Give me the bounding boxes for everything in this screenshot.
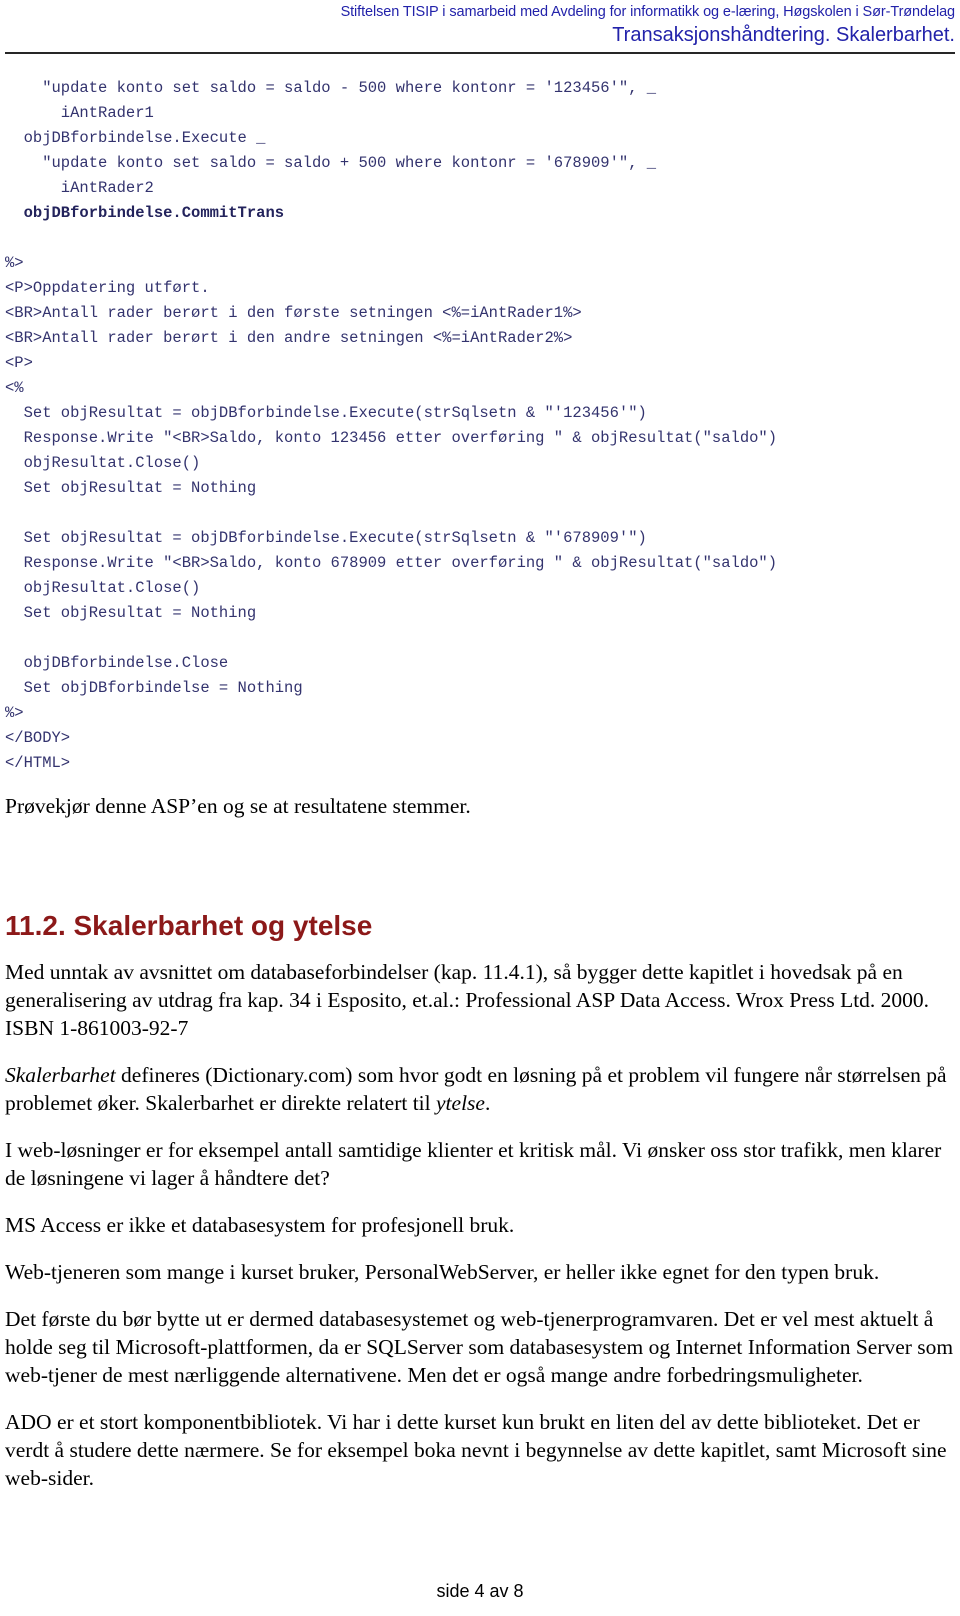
paragraph-web-server: Web-tjeneren som mange i kurset bruker, … [5, 1259, 880, 1284]
header-divider [5, 51, 955, 54]
code-line: "update konto set saldo = saldo - 500 wh… [5, 78, 657, 97]
intro-paragraph: Prøvekjør denne ASP’en og se at resultat… [5, 793, 471, 818]
running-header: Stiftelsen TISIP i samarbeid med Avdelin… [5, 0, 956, 46]
header-institution-line: Stiftelsen TISIP i samarbeid med Avdelin… [340, 4, 956, 20]
code-listing: "update konto set saldo = saldo - 500 wh… [5, 76, 955, 776]
code-line: iAntRader1 [5, 103, 154, 122]
paragraph-ms-access: MS Access er ikke et databasesystem for … [5, 1212, 515, 1237]
emphasis-skalerbarhet: Skalerbarhet [5, 1062, 116, 1087]
code-line: objDBforbindelse.Execute _ [5, 128, 266, 147]
paragraph-web-solutions: I web-løsninger er for eksempel antall s… [5, 1137, 942, 1190]
page-footer: side 4 av 8 [436, 1581, 524, 1601]
document-body: Prøvekjør denne ASP’en og se at resultat… [5, 792, 955, 1492]
code-line: objDBforbindelse.Close [5, 653, 229, 672]
code-line: Set objResultat = Nothing [5, 478, 257, 497]
paragraph-ado-library: ADO er et stort komponentbibliotek. Vi h… [5, 1409, 947, 1490]
code-line: iAntRader2 [5, 178, 154, 197]
code-line: "update konto set saldo = saldo + 500 wh… [5, 153, 657, 172]
code-line: </HTML> [5, 753, 71, 772]
code-line: Response.Write "<BR>Saldo, konto 123456 … [5, 428, 778, 447]
code-line: <BR>Antall rader berørt i den andre setn… [5, 328, 573, 347]
code-line: <% [5, 378, 24, 397]
code-line: objResultat.Close() [5, 578, 201, 597]
code-line: Response.Write "<BR>Saldo, konto 678909 … [5, 553, 778, 572]
code-line: Set objDBforbindelse = Nothing [5, 678, 303, 697]
code-line: </BODY> [5, 728, 71, 747]
section-heading: 11.2. Skalerbarhet og ytelse [5, 909, 373, 941]
document-page: Stiftelsen TISIP i samarbeid med Avdelin… [0, 0, 960, 1616]
code-line: <P>Oppdatering utført. [5, 278, 210, 297]
code-line: Set objResultat = objDBforbindelse.Execu… [5, 528, 647, 547]
emphasis-ytelse: ytelse [436, 1090, 485, 1115]
code-line: <P> [5, 353, 33, 372]
code-line: objDBforbindelse.CommitTrans [5, 203, 285, 222]
paragraph-platform-advice: Det første du bør bytte ut er dermed dat… [5, 1306, 954, 1387]
header-chapter-title: Transaksjonshåndtering. Skalerbarhet. [612, 23, 955, 46]
code-line: objResultat.Close() [5, 453, 201, 472]
definition-period: . [484, 1090, 491, 1115]
paragraph-source-reference: Med unntak av avsnittet om databaseforbi… [5, 959, 930, 1040]
code-line: %> [5, 703, 24, 722]
code-line: %> [5, 253, 24, 272]
code-line: Set objResultat = objDBforbindelse.Execu… [5, 403, 647, 422]
paragraph-definition: Skalerbarhet defineres (Dictionary.com) … [5, 1061, 955, 1117]
code-line: <BR>Antall rader berørt i den første set… [5, 303, 582, 322]
code-line: Set objResultat = Nothing [5, 603, 257, 622]
